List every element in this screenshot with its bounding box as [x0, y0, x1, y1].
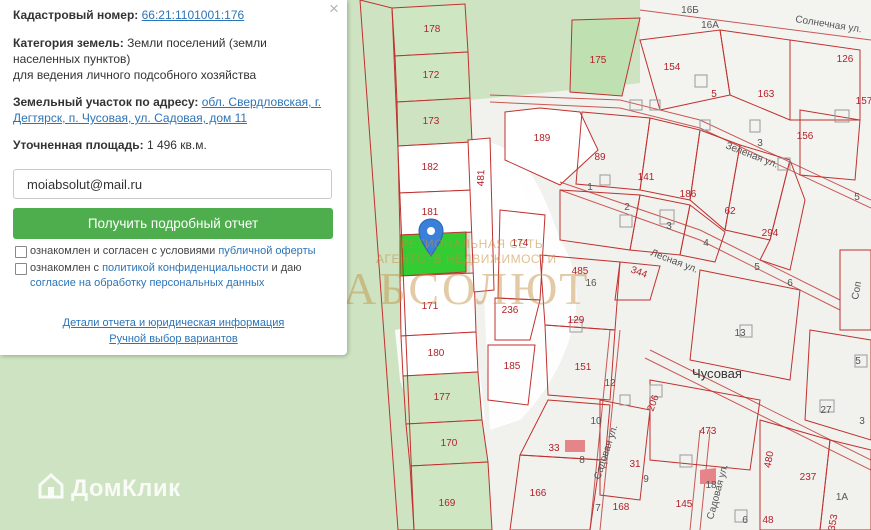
parcel-label[interactable]: 48: [762, 515, 774, 526]
parcel-label[interactable]: 5: [754, 262, 760, 273]
parcel-label[interactable]: 174: [512, 238, 529, 249]
category-value: Земли поселений (земли: [127, 36, 267, 50]
address-row: Земельный участок по адресу: обл. Свердл…: [13, 94, 338, 126]
parcel-label[interactable]: 16А: [701, 20, 719, 31]
parcel-label[interactable]: 3: [666, 221, 672, 232]
category-row: Категория земель: Земли поселений (земли…: [13, 35, 338, 83]
parcel-label[interactable]: 185: [504, 361, 521, 372]
parcel-label[interactable]: 180: [428, 348, 445, 359]
parcel-label[interactable]: 5: [855, 356, 861, 367]
area-row: Уточненная площадь: 1 496 кв.м.: [13, 137, 338, 153]
parcel-label[interactable]: 294: [762, 228, 779, 239]
parcel-label[interactable]: 10: [590, 416, 602, 427]
category-value-line3: для ведения личного подсобного хозяйства: [13, 68, 257, 82]
parcel-label[interactable]: 236: [502, 305, 519, 316]
domclick-watermark: ДомКлик: [37, 472, 181, 507]
address-link-line2[interactable]: Дегтярск, п. Чусовая, ул. Садовая, дом 1…: [13, 111, 247, 125]
parcel-label[interactable]: 141: [638, 172, 655, 183]
house-icon: [37, 472, 65, 507]
category-label: Категория земель:: [13, 36, 124, 50]
parcel-label[interactable]: 163: [758, 89, 775, 100]
parcel-label[interactable]: 178: [424, 24, 441, 35]
parcel-label[interactable]: 12: [604, 378, 616, 389]
parcel-label[interactable]: 6: [742, 515, 748, 526]
parcel-label[interactable]: 172: [423, 70, 440, 81]
parcel-label[interactable]: 62: [724, 206, 736, 217]
parcel-label[interactable]: 16Б: [681, 5, 699, 16]
parcel-label[interactable]: 145: [676, 499, 693, 510]
address-link[interactable]: обл. Свердловская, г.: [202, 95, 321, 109]
category-value-line2: населенных пунктов): [13, 52, 131, 66]
privacy-policy-link[interactable]: политикой конфиденциальности: [102, 262, 268, 274]
offer-consent-text: ознакомлен и согласен с условиями публич…: [30, 244, 316, 259]
parcel-label[interactable]: 7: [595, 503, 601, 514]
cadastral-label: Кадастровый номер:: [13, 8, 139, 22]
parcel-label[interactable]: 5: [854, 192, 860, 203]
parcel-label[interactable]: 9: [643, 474, 649, 485]
parcel-label[interactable]: 129: [568, 315, 585, 326]
parcel-label[interactable]: 170: [441, 438, 458, 449]
parcel-label[interactable]: 177: [434, 392, 451, 403]
manual-selection-link[interactable]: Ручной выбор вариантов: [0, 333, 347, 345]
parcel-label[interactable]: 481: [476, 169, 488, 186]
place-label: Чусовая: [692, 366, 742, 381]
cadastral-row: Кадастровый номер: 66:21:1101001:176: [13, 7, 338, 23]
parcel-label[interactable]: 3: [757, 138, 763, 149]
parcel-label[interactable]: 16: [585, 278, 597, 289]
parcel-label[interactable]: 151: [575, 362, 592, 373]
parcel-label[interactable]: 8: [579, 455, 585, 466]
parcel-label[interactable]: 13: [734, 328, 746, 339]
parcel-label[interactable]: 186: [680, 189, 697, 200]
data-consent-line: согласие на обработку персональных данны…: [30, 276, 264, 291]
report-details-link[interactable]: Детали отчета и юридическая информация: [0, 317, 347, 329]
parcel-label[interactable]: 173: [423, 116, 440, 127]
parcel-label[interactable]: 3: [859, 416, 865, 427]
parcel-label[interactable]: 5: [711, 89, 717, 100]
parcel-label[interactable]: 168: [613, 502, 630, 513]
parcel-label[interactable]: 157: [856, 96, 871, 107]
parcel-label[interactable]: 189: [534, 133, 551, 144]
parcel-label[interactable]: 33: [548, 443, 560, 454]
parcel-label[interactable]: 4: [703, 238, 709, 249]
parcel-label[interactable]: 473: [700, 426, 717, 437]
data-processing-link[interactable]: согласие на обработку персональных данны…: [30, 277, 264, 289]
parcel-label[interactable]: 156: [797, 131, 814, 142]
address-label: Земельный участок по адресу:: [13, 95, 199, 109]
area-label: Уточненная площадь:: [13, 138, 144, 152]
public-offer-link[interactable]: публичной оферты: [218, 245, 315, 257]
offer-consent-label: ознакомлен и согласен с условиями: [30, 245, 216, 257]
domclick-text: ДомКлик: [71, 474, 181, 502]
parcel-label[interactable]: 1А: [836, 492, 849, 503]
parcel-label[interactable]: 31: [629, 459, 641, 470]
parcel-label[interactable]: 2: [624, 202, 630, 213]
parcel-label[interactable]: 175: [590, 55, 607, 66]
parcel-label[interactable]: 181: [422, 207, 439, 218]
parcel-label[interactable]: 169: [439, 498, 456, 509]
parcel-label[interactable]: 171: [422, 301, 439, 312]
get-report-button[interactable]: Получить подробный отчет: [13, 208, 333, 239]
privacy-consent-checkbox[interactable]: [15, 263, 27, 275]
offer-consent-checkbox[interactable]: [15, 246, 27, 258]
parcel-label[interactable]: 485: [572, 266, 589, 277]
area-value: 1 496 кв.м.: [146, 138, 207, 152]
parcel-label[interactable]: 166: [530, 488, 547, 499]
parcel-label[interactable]: 27: [820, 405, 832, 416]
parcel-label[interactable]: 89: [594, 152, 606, 163]
parcel-label[interactable]: 6: [787, 278, 793, 289]
privacy-consent-tail: и даю: [271, 262, 302, 274]
privacy-consent-text: ознакомлен с политикой конфиденциальност…: [30, 261, 302, 276]
parcel-label[interactable]: 126: [837, 54, 854, 65]
parcel-label[interactable]: 182: [422, 162, 439, 173]
parcel-label[interactable]: 154: [664, 62, 681, 73]
cadastral-number-link[interactable]: 66:21:1101001:176: [142, 8, 245, 22]
parcel-label[interactable]: 237: [800, 472, 817, 483]
email-field[interactable]: [13, 169, 332, 199]
parcel-label[interactable]: 1: [587, 182, 593, 193]
privacy-consent-label: ознакомлен с: [30, 262, 100, 274]
parcel-info-panel: × Кадастровый номер: 66:21:1101001:176 К…: [0, 0, 347, 355]
